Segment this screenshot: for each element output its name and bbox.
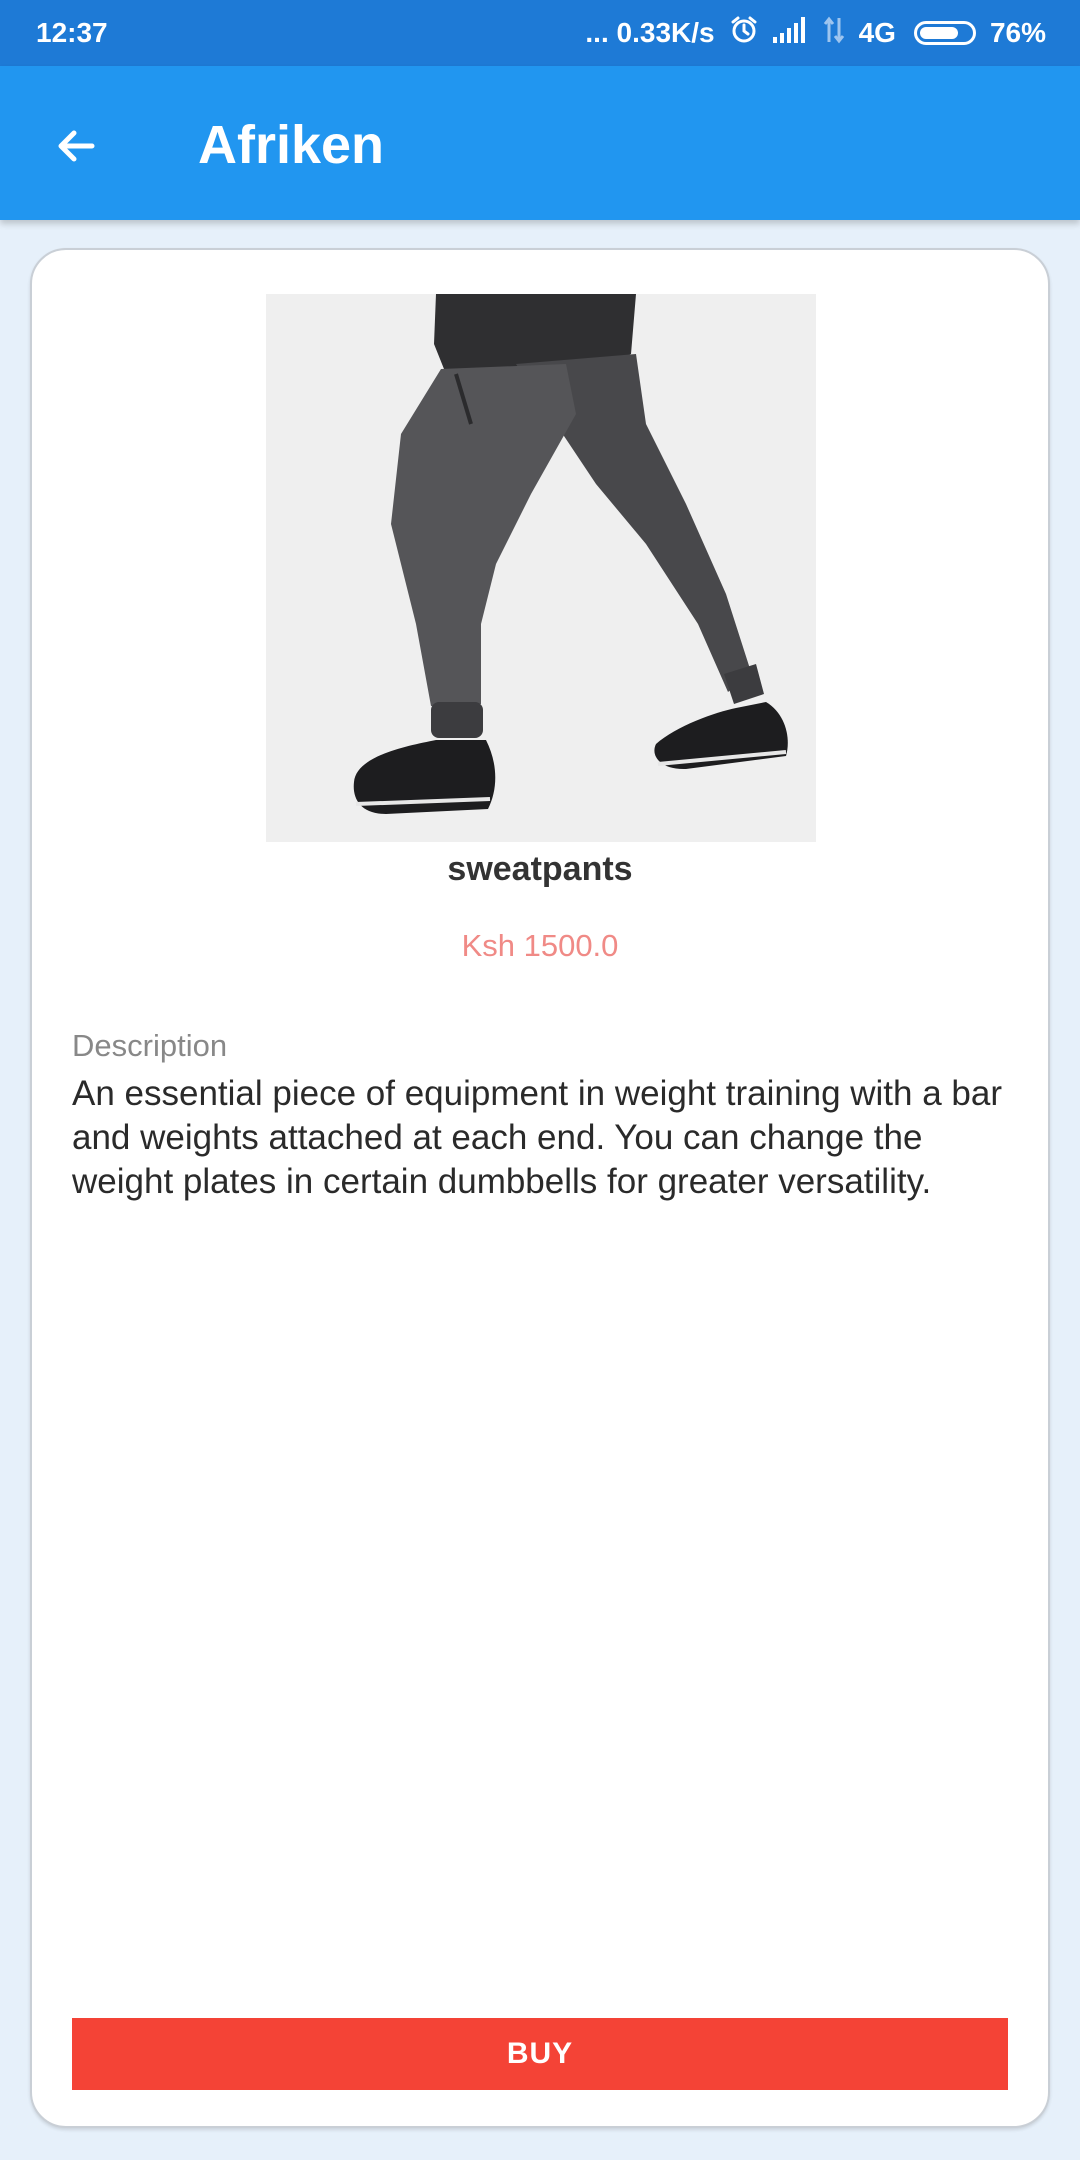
signal-icon xyxy=(772,16,809,50)
battery-icon xyxy=(913,21,976,45)
status-bar: 12:37 ... 0.33K/s 4G 76% xyxy=(0,0,1080,66)
battery-percent: 76% xyxy=(989,17,1046,48)
description-text: An essential piece of equipment in weigh… xyxy=(72,1074,1002,1201)
status-icons: ... 0.33K/s 4G 76% xyxy=(585,14,1046,52)
app-title: Afriken xyxy=(198,115,385,175)
product-image xyxy=(266,294,816,842)
product-name: sweatpants xyxy=(447,850,633,888)
data-transfer-icon xyxy=(823,16,845,51)
description-label: Description xyxy=(72,1028,228,1063)
battery-level xyxy=(919,27,958,39)
network-speed: ... 0.33K/s xyxy=(585,17,715,48)
network-type: 4G xyxy=(858,17,896,48)
product-price: Ksh 1500.0 xyxy=(461,928,619,963)
buy-button[interactable]: BUY xyxy=(72,2018,1008,2090)
alarm-icon xyxy=(729,15,759,52)
product-card: sweatpants Ksh 1500.0 Description An ess… xyxy=(30,248,1050,2128)
status-time: 12:37 xyxy=(36,17,108,48)
app-bar: Afriken xyxy=(0,66,1080,220)
arrow-left-icon xyxy=(58,130,95,162)
back-button[interactable] xyxy=(40,110,112,182)
